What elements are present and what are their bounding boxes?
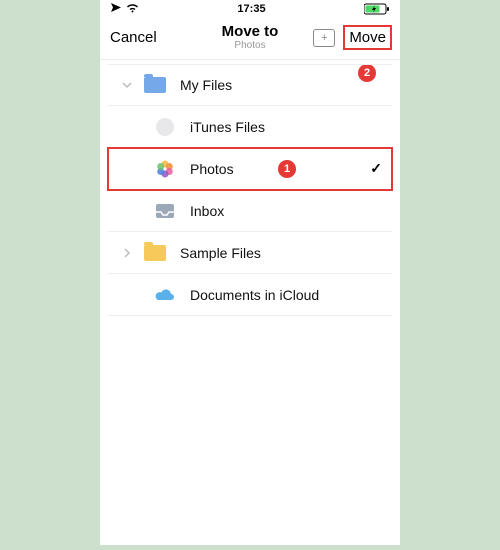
cloud-icon — [154, 284, 176, 306]
folder-list: My Files iTunes Files Photos 1 ✓ — [100, 64, 400, 316]
folder-icon — [144, 242, 166, 264]
list-item-label: My Files — [180, 77, 232, 93]
list-item-sample-files[interactable]: Sample Files — [108, 232, 392, 274]
list-item-inbox[interactable]: Inbox — [108, 190, 392, 232]
list-item-label: iTunes Files — [190, 119, 265, 135]
itunes-icon — [154, 116, 176, 138]
list-item-itunes[interactable]: iTunes Files — [108, 106, 392, 148]
nav-subtitle: Photos — [222, 40, 279, 51]
list-item-my-files[interactable]: My Files — [108, 64, 392, 106]
chevron-down-icon[interactable] — [120, 80, 134, 90]
status-bar: 17:35 — [100, 0, 400, 18]
battery-icon — [364, 3, 390, 15]
list-item-label: Photos — [190, 161, 234, 177]
list-item-photos[interactable]: Photos 1 ✓ — [108, 148, 392, 190]
list-item-label: Inbox — [190, 203, 224, 219]
wifi-icon — [126, 3, 139, 16]
move-button[interactable]: Move — [345, 27, 390, 48]
new-folder-icon[interactable]: + — [313, 29, 335, 47]
nav-title: Move to — [222, 24, 279, 41]
status-time: 17:35 — [237, 3, 265, 15]
airplane-icon — [110, 2, 122, 16]
inbox-icon — [154, 200, 176, 222]
chevron-right-icon[interactable] — [120, 248, 134, 258]
checkmark-icon: ✓ — [370, 160, 386, 177]
folder-icon — [144, 74, 166, 96]
list-item-icloud[interactable]: Documents in iCloud — [108, 274, 392, 316]
cancel-button[interactable]: Cancel — [110, 29, 157, 46]
nav-bar: Cancel Move to Photos + Move — [100, 18, 400, 60]
list-item-label: Documents in iCloud — [190, 287, 319, 303]
list-item-label: Sample Files — [180, 245, 261, 261]
photos-icon — [154, 158, 176, 180]
annotation-marker-1: 1 — [278, 160, 296, 178]
